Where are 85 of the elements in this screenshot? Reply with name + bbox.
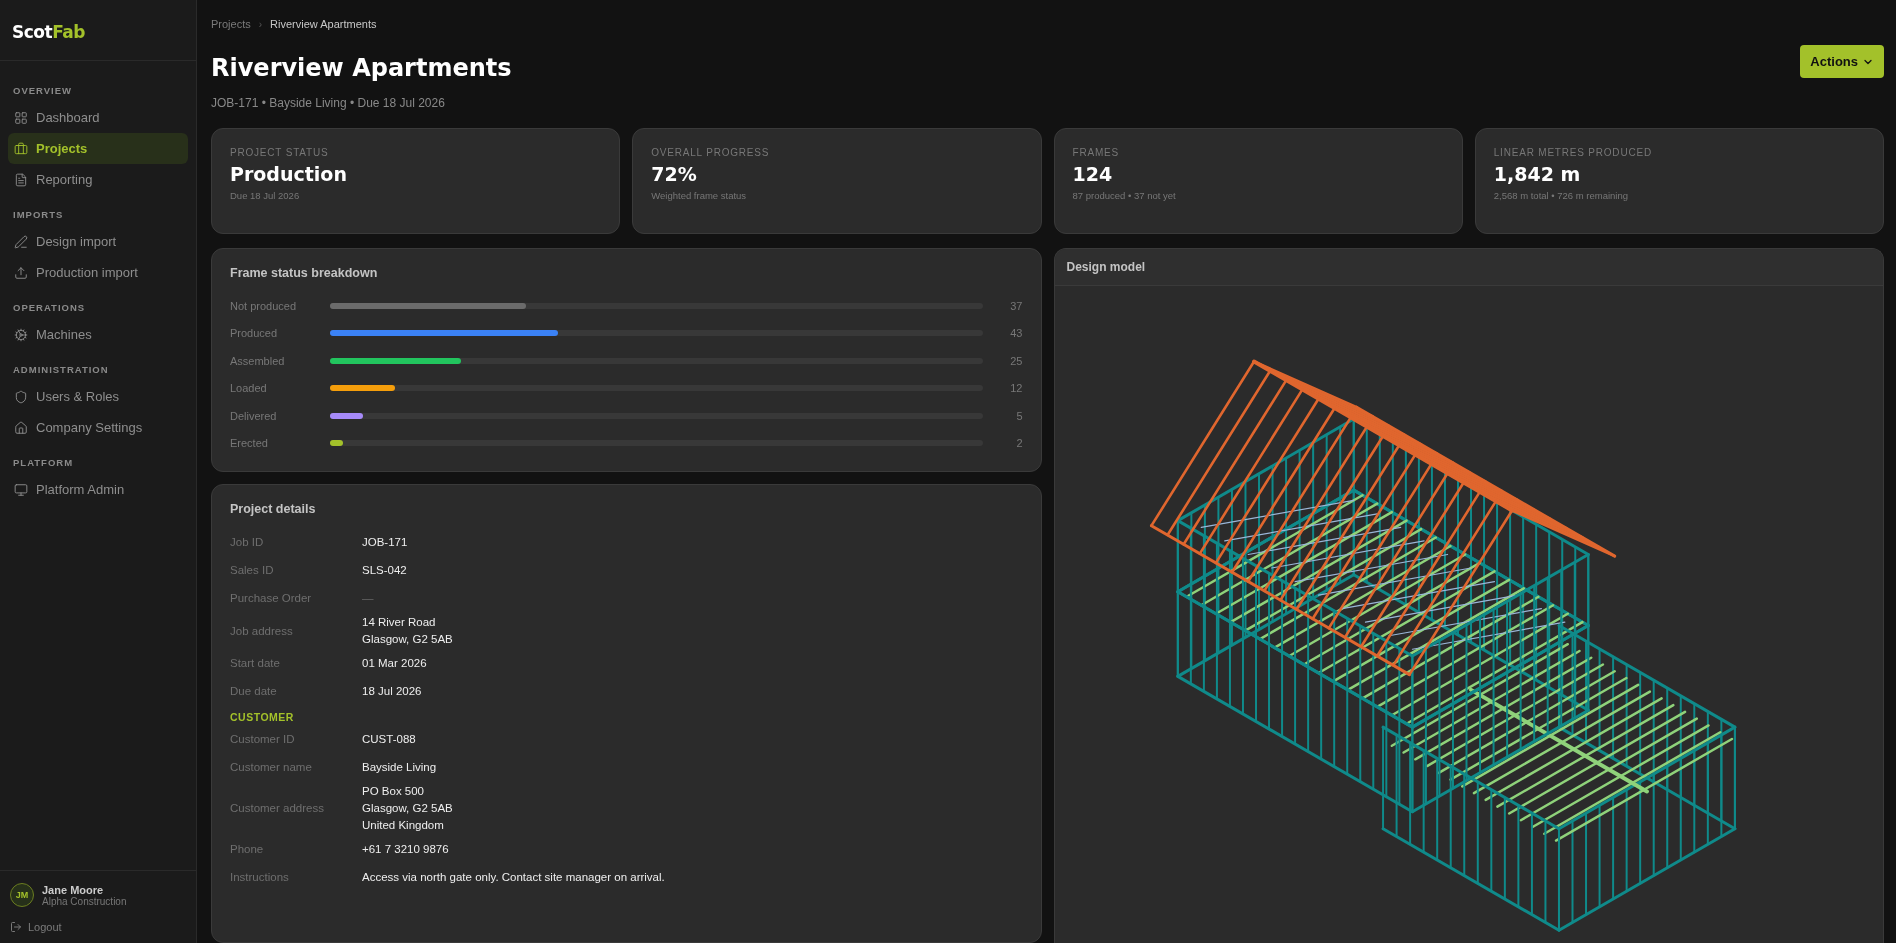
nav-item[interactable]: Machines [8,319,188,350]
breadcrumb-separator: › [258,18,263,30]
nav-item[interactable]: Users & Roles [8,381,188,412]
nav-item[interactable]: Platform Admin [8,474,188,505]
nav-item[interactable]: Reporting [8,164,188,195]
upload-icon [14,265,28,280]
logo: ScotFab [0,0,196,61]
pencil-icon [14,234,28,249]
stat-label: LINEAR METRES PRODUCED [1493,147,1653,158]
stat-value: Production [230,163,348,185]
nav-section-title: ADMINISTRATION [12,363,110,377]
document-icon [14,172,28,187]
nav-section-title: OVERVIEW [12,84,74,98]
status-count: 12 [1009,382,1023,395]
user-avatar: JM [10,883,34,907]
status-label: Not produced [230,299,298,312]
detail-value: 18 Jul 2026 [362,684,423,699]
detail-value: 14 River Road Glasgow, G2 5AB [362,615,454,647]
detail-value: +61 7 3210 9876 [362,842,450,857]
detail-label: Phone [230,843,265,856]
card-title: Project details [230,502,317,516]
detail-label: Due date [230,685,278,698]
detail-label: Customer ID [230,733,296,746]
detail-value: Access via north gate only. Contact site manager on arrival. [362,870,666,885]
breadcrumb-link[interactable]: Riverview Apartments [270,18,377,30]
detail-label: Customer address [230,802,325,815]
detail-value: SLS-042 [362,562,408,578]
stat-label: PROJECT STATUS [230,147,330,158]
nav-item[interactable]: Production import [8,257,188,288]
card-title: Frame status breakdown [230,266,379,280]
detail-label: Customer name [230,761,313,774]
status-label: Assembled [230,354,286,367]
stat-label: FRAMES [1072,147,1120,158]
section-heading: CUSTOMER [230,710,295,726]
logout-icon [10,921,22,933]
status-label: Loaded [230,382,268,395]
detail-label: Job ID [230,536,265,548]
detail-label: Sales ID [230,564,275,576]
detail-label: Job address [230,624,294,637]
nav-section-title: IMPORTS [12,208,65,222]
nav-section-title: OPERATIONS [12,301,87,315]
user-name: Jane Moore [42,883,105,896]
detail-value: PO Box 500 Glasgow, G2 5AB United Kingdom [362,784,454,833]
page-title: Riverview Apartments [211,54,512,82]
nav-item[interactable]: Dashboard [8,102,188,133]
status-count: 37 [1009,299,1023,312]
status-count: 2 [1015,437,1023,450]
nav-item[interactable]: Company Settings [8,412,188,443]
stat-value: 124 [1072,163,1114,185]
detail-label: Start date [230,657,281,670]
stat-value: 72% [651,163,698,185]
status-count: 43 [1009,327,1023,340]
stat-note: Due 18 Jul 2026 [230,190,301,201]
detail-value: JOB-171 [362,534,409,550]
status-count: 25 [1009,354,1023,367]
detail-label: Purchase Order [230,592,313,604]
panel-title: Design model [1054,249,1883,286]
status-label: Delivered [230,409,278,422]
stat-note: 2,568 m total • 726 m remaining [1493,190,1630,201]
page-subtitle: JOB-171 • Bayside Living • Due 18 Jul 2026 [211,96,446,110]
detail-value: — [362,590,375,606]
detail-value: Bayside Living [362,760,438,775]
house-icon [14,420,28,435]
stat-note: Weighted frame status [651,190,748,201]
detail-value: CUST-088 [362,732,417,747]
detail-label: Instructions [230,871,290,884]
status-label: Produced [230,327,279,340]
grid-icon [14,110,28,125]
monitor-icon [14,482,28,497]
briefcase-icon [14,141,28,156]
status-label: Erected [230,437,269,450]
shield-icon [14,389,28,404]
gear-icon [14,327,28,342]
user-company: Alpha Construction [42,895,127,907]
breadcrumb-link[interactable]: Projects [211,18,251,30]
stat-label: OVERALL PROGRESS [651,147,771,158]
nav-section-title: PLATFORM [12,456,75,470]
logout-link[interactable]: Logout [10,921,186,933]
stat-value: 1,842 m [1493,163,1582,185]
nav-item[interactable]: Design import [8,226,188,257]
status-count: 5 [1015,409,1023,422]
detail-value: 01 Mar 2026 [362,656,428,671]
stat-note: 87 produced • 37 not yet [1072,190,1177,201]
nav-item[interactable]: Projects [8,133,188,164]
actions-button[interactable]: Actions [1800,45,1884,78]
